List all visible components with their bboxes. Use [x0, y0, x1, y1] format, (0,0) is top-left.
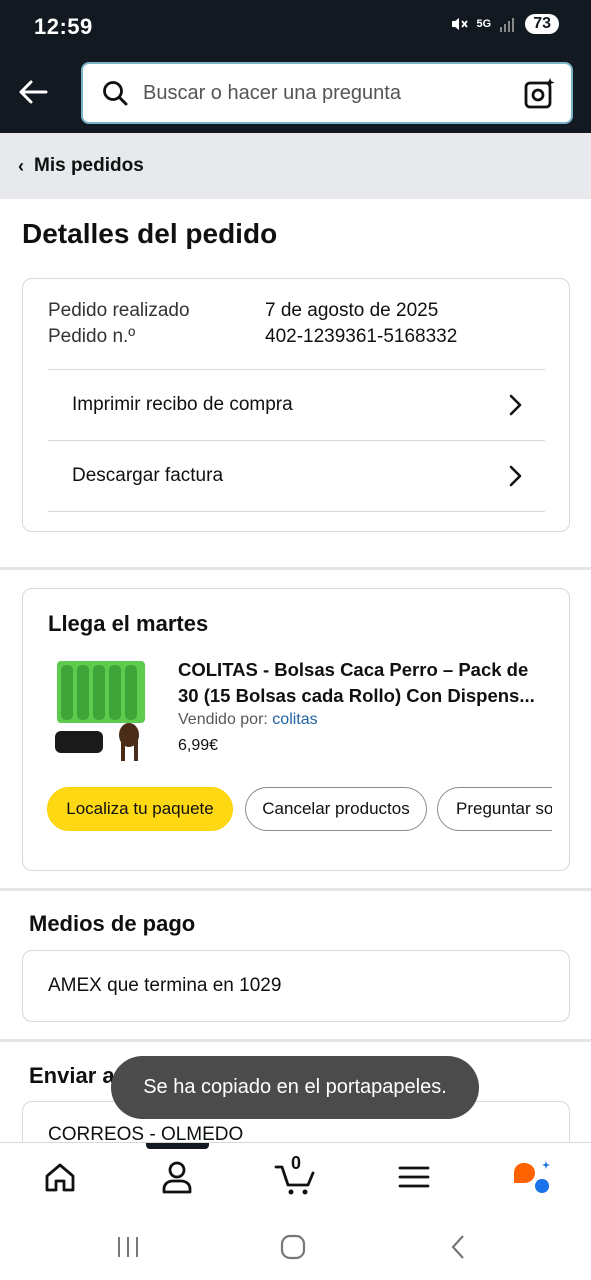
menu-icon[interactable]	[394, 1157, 434, 1197]
cancel-items-button[interactable]: Cancelar productos	[245, 787, 427, 831]
shipping-heading: Enviar a	[29, 1063, 115, 1088]
network-label: 5G	[476, 18, 492, 30]
payment-method: AMEX que termina en 1029	[48, 975, 282, 996]
print-receipt-link[interactable]: Imprimir recibo de compra	[48, 369, 545, 440]
divider	[48, 511, 545, 512]
order-number-value: 402-1239361-5168332	[265, 326, 458, 347]
status-time: 12:59	[34, 14, 93, 39]
bottom-tab-bar: 0	[0, 1142, 591, 1210]
system-nav-bar	[0, 1210, 591, 1280]
order-placed-label: Pedido realizado	[48, 300, 190, 321]
shipment-card: Llega el martes COLITAS - Bolsas Caca Pe…	[22, 588, 570, 871]
section-divider	[0, 888, 591, 891]
rufus-icon[interactable]	[510, 1157, 554, 1197]
product-price: 6,99€	[178, 737, 219, 754]
ask-question-button[interactable]: Preguntar so	[437, 787, 552, 831]
active-tab-indicator	[146, 1143, 209, 1149]
home-button-icon[interactable]	[278, 1232, 308, 1262]
toast-message: Se ha copiado en el portapapeles.	[111, 1056, 479, 1119]
chevron-right-icon	[509, 465, 522, 487]
status-icons: 5G 73	[449, 14, 559, 34]
order-info-card: Pedido realizado 7 de agosto de 2025 Ped…	[22, 278, 570, 532]
search-placeholder: Buscar o hacer una pregunta	[143, 81, 401, 104]
product-title[interactable]: COLITAS - Bolsas Caca Perro – Pack de 30…	[178, 657, 550, 709]
status-bar: 12:59 5G 73	[0, 0, 591, 55]
battery-level: 73	[525, 14, 559, 34]
back-arrow-icon[interactable]	[16, 75, 50, 109]
chevron-right-icon	[509, 394, 522, 416]
print-receipt-label: Imprimir recibo de compra	[72, 394, 293, 415]
seller-line: Vendido por: colitas	[178, 711, 318, 729]
camera-search-icon[interactable]	[523, 76, 557, 110]
search-input[interactable]: Buscar o hacer una pregunta	[81, 62, 573, 124]
mute-icon	[451, 18, 468, 30]
product-image[interactable]	[53, 659, 148, 764]
arrival-heading: Llega el martes	[48, 611, 209, 636]
download-invoice-label: Descargar factura	[72, 465, 224, 486]
order-placed-value: 7 de agosto de 2025	[265, 300, 439, 321]
cart-count: 0	[291, 1153, 302, 1173]
seller-link[interactable]: colitas	[272, 711, 317, 728]
back-button-icon[interactable]	[444, 1232, 474, 1262]
section-divider	[0, 567, 591, 570]
track-package-button[interactable]: Localiza tu paquete	[47, 787, 233, 831]
order-number-label: Pedido n.º	[48, 326, 136, 347]
shipment-actions: Localiza tu paquete Cancelar productos P…	[47, 787, 552, 833]
search-icon	[103, 81, 128, 106]
recent-apps-icon[interactable]	[113, 1232, 143, 1262]
download-invoice-link[interactable]: Descargar factura	[48, 440, 545, 511]
section-divider	[0, 1039, 591, 1042]
breadcrumb-label: Mis pedidos	[34, 155, 144, 176]
signal-icon	[500, 18, 515, 32]
payment-heading: Medios de pago	[29, 911, 196, 936]
account-icon[interactable]	[157, 1157, 197, 1197]
chevron-left-icon: ‹	[18, 155, 24, 176]
seller-label: Vendido por:	[178, 711, 273, 728]
breadcrumb[interactable]: ‹ Mis pedidos	[0, 133, 591, 199]
home-icon[interactable]	[40, 1157, 80, 1197]
payment-card: AMEX que termina en 1029	[22, 950, 570, 1022]
header: Buscar o hacer una pregunta	[0, 55, 591, 133]
page-title: Detalles del pedido	[22, 218, 278, 249]
